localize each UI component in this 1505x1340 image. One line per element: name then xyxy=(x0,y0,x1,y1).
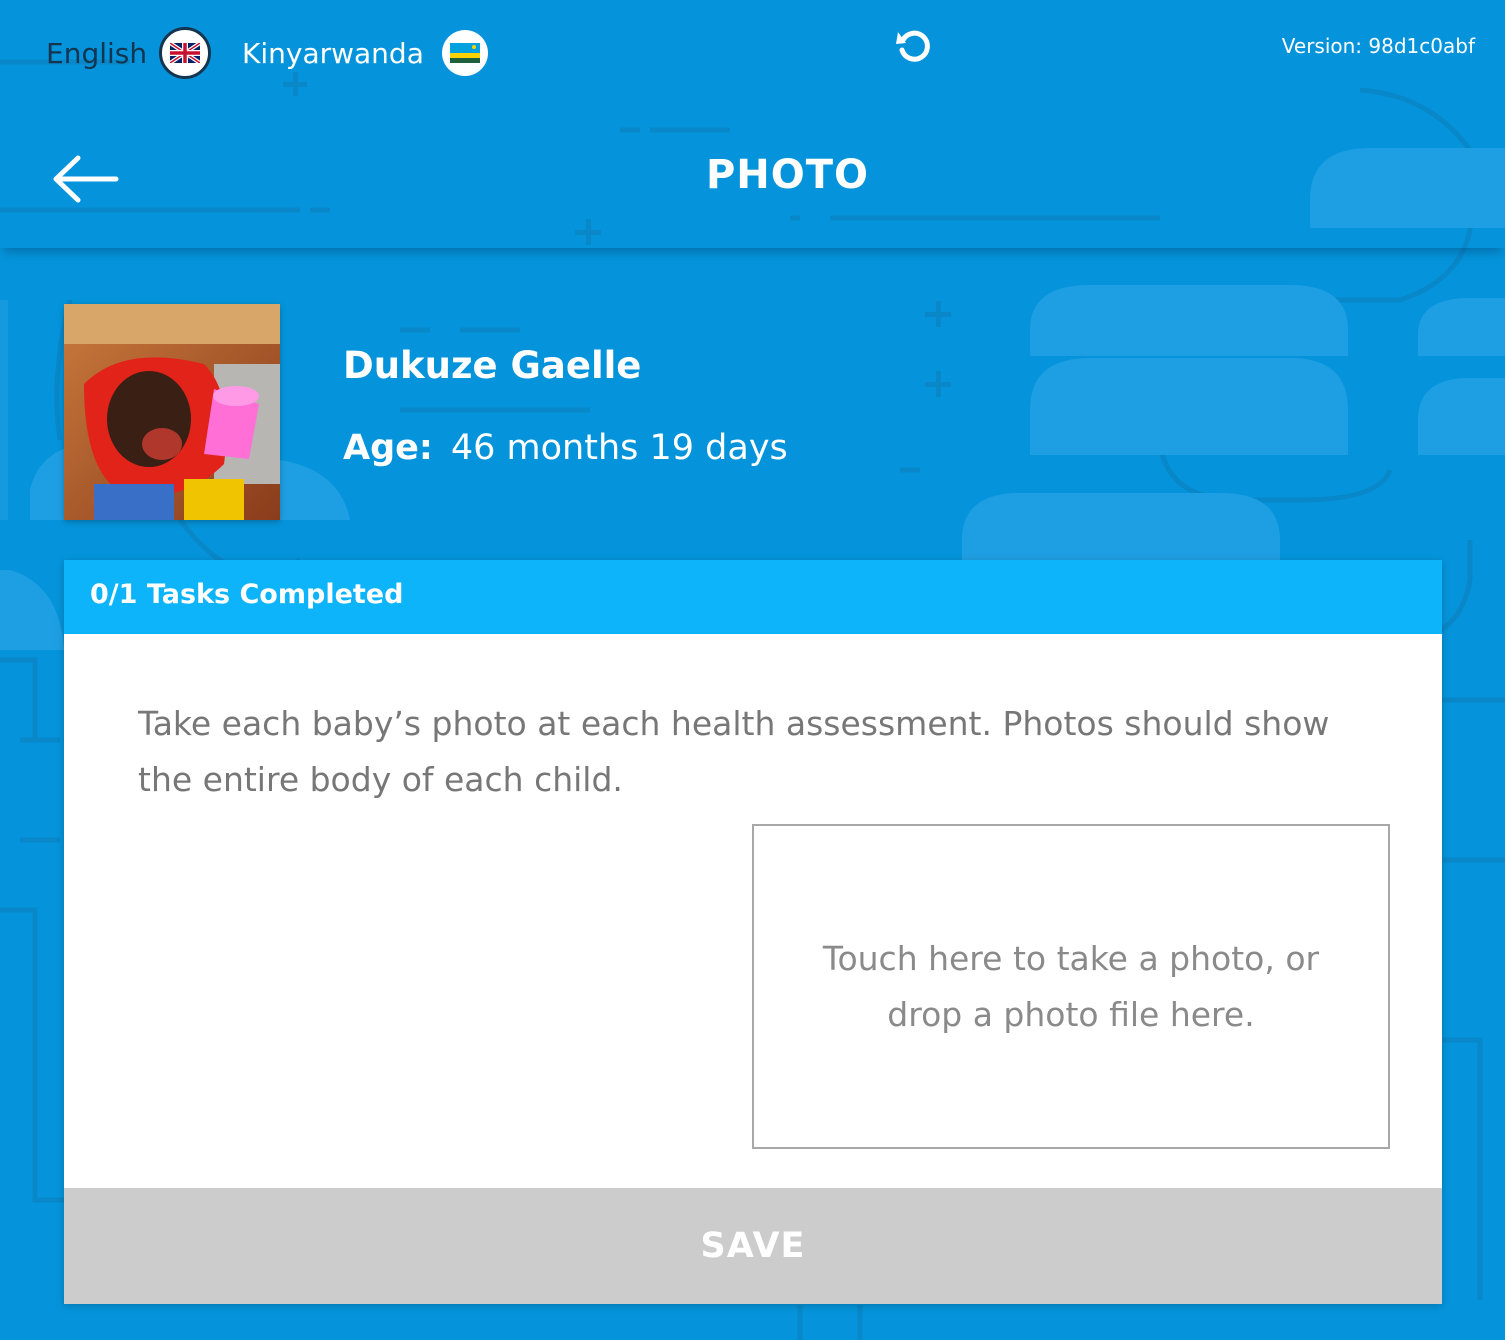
rwanda-flag-icon xyxy=(441,30,488,76)
photo-dropzone[interactable]: Touch here to take a photo, or drop a ph… xyxy=(752,824,1390,1149)
photo-instructions: Take each baby’s photo at each health as… xyxy=(138,704,1330,799)
tasks-completed-status: 0/1 Tasks Completed xyxy=(90,579,404,610)
page-header: PHOTO xyxy=(0,100,1505,248)
save-button[interactable]: SAVE xyxy=(64,1188,1442,1304)
child-avatar xyxy=(64,304,280,520)
language-option-kinyarwanda[interactable]: Kinyarwanda xyxy=(242,22,488,84)
language-label-kinyarwanda: Kinyarwanda xyxy=(242,36,424,70)
language-option-english[interactable]: English xyxy=(46,22,212,84)
version-label: Version: 98d1c0abf xyxy=(1281,34,1475,58)
child-name: Dukuze Gaelle xyxy=(343,344,642,387)
language-label-english: English xyxy=(46,36,148,70)
uk-flag-icon xyxy=(159,27,212,79)
photo-task-card: 0/1 Tasks Completed Take each baby’s pho… xyxy=(64,560,1442,1304)
age-value: 46 months 19 days xyxy=(450,428,788,468)
child-age: Age: 46 months 19 days xyxy=(343,428,788,468)
age-label: Age: xyxy=(343,428,433,468)
tasks-header: 0/1 Tasks Completed xyxy=(64,560,1442,634)
refresh-icon[interactable] xyxy=(894,26,934,66)
dropzone-text: Touch here to take a photo, or drop a ph… xyxy=(822,938,1320,1034)
page-title: PHOTO xyxy=(705,152,870,198)
top-bar: English Kinyarwanda Version: 98d1c0abf xyxy=(0,0,1505,100)
